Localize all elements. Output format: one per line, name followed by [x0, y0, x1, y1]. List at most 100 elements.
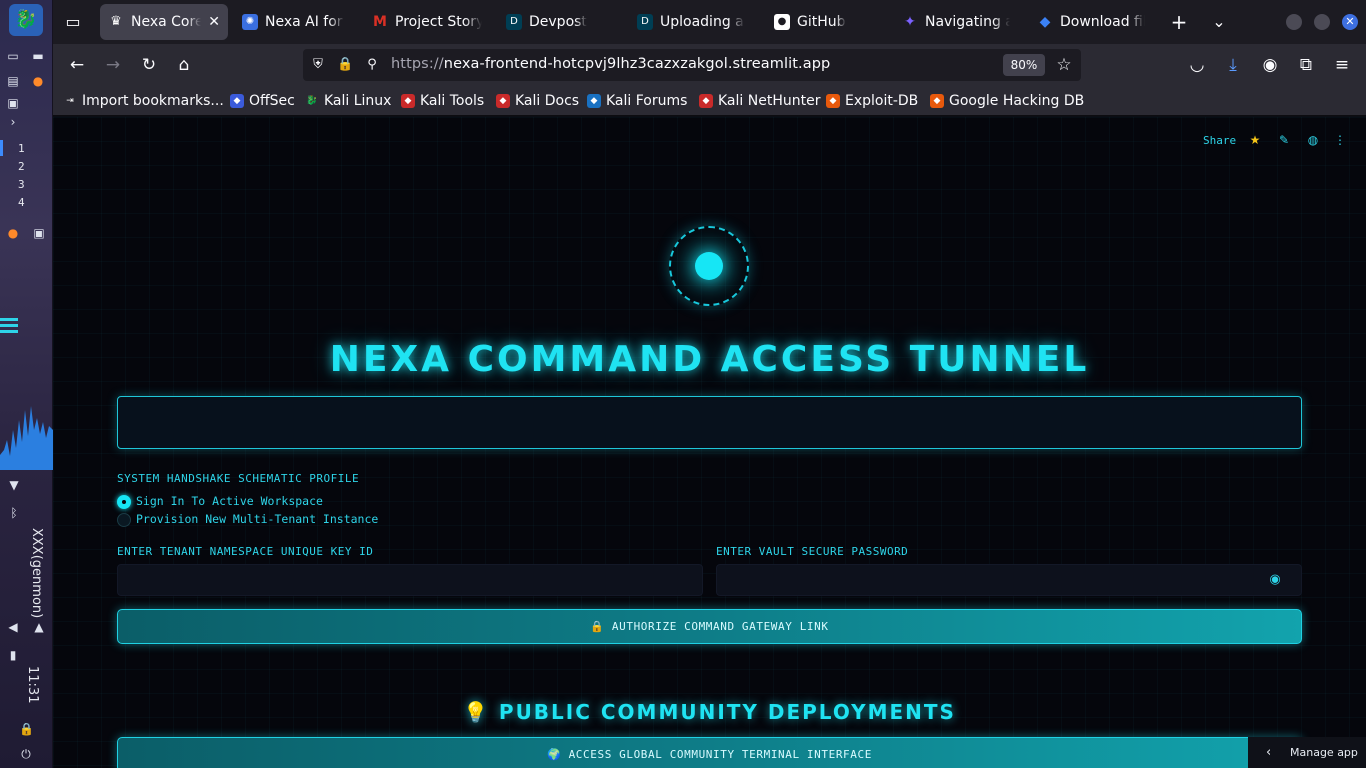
list-tabs-chevron-down-icon[interactable]: ⌄ [1207, 10, 1231, 34]
hamburger-menu-icon[interactable]: ≡ [1330, 53, 1354, 77]
bookmark-6[interactable]: ◆ Kali NetHunter [699, 91, 820, 111]
url-text[interactable]: https://nexa-frontend-hotcpvj9lhz3cazxza… [391, 56, 830, 72]
ghdb-icon: ◆ [930, 94, 944, 108]
manage-app-button[interactable]: ‹ Manage app [1248, 737, 1366, 768]
bookmark-label: OffSec [249, 93, 295, 109]
zoom-level-badge[interactable]: 80% [1003, 54, 1045, 76]
firefox-window-icon[interactable]: ● [6, 226, 20, 240]
tab-title: Project Story [395, 14, 482, 30]
password-label: ENTER VAULT SECURE PASSWORD [716, 545, 909, 558]
bookmark-3[interactable]: ◆ Kali Tools [401, 91, 484, 111]
show-password-eye-icon[interactable]: ◉ [1266, 573, 1284, 587]
edit-pencil-icon[interactable]: ✎ [1276, 132, 1292, 148]
lock-screen-icon[interactable]: 🔒 [19, 722, 34, 736]
community-terminal-button[interactable]: 🌍 ACCESS GLOBAL COMMUNITY TERMINAL INTER… [117, 737, 1302, 768]
tab-4[interactable]: D Uploading a document [629, 4, 753, 40]
navigation-bar: ← → ↻ ⌂ ⛨ 🔒 ⚲ https://nexa-frontend-hotc… [53, 44, 1366, 86]
kali-menu-icon[interactable]: 🐉 [9, 4, 43, 36]
kali-tools-icon: ◆ [401, 94, 415, 108]
radio-provision[interactable] [117, 513, 131, 527]
bookmark-5[interactable]: ◆ Kali Forums [587, 91, 687, 111]
account-icon[interactable]: ◉ [1258, 53, 1282, 77]
bookmark-8[interactable]: ◆ Google Hacking DB [930, 91, 1084, 111]
wifi-icon[interactable]: ▼ [7, 478, 21, 492]
terminal-icon[interactable]: ▣ [6, 96, 20, 110]
radio-provision-label[interactable]: Provision New Multi-Tenant Instance [136, 512, 378, 526]
close-tab-icon[interactable]: ✕ [208, 14, 220, 30]
power-icon[interactable]: ⏻ [19, 747, 33, 761]
devpost-icon: D [637, 14, 653, 30]
bookmark-label: Google Hacking DB [949, 93, 1085, 109]
forward-arrow-icon[interactable]: → [101, 53, 125, 77]
bookmark-2[interactable]: 🐉 Kali Linux [305, 91, 391, 111]
nethunter-icon: ◆ [699, 94, 713, 108]
tab-1[interactable]: ✺ Nexa AI for Real [234, 4, 353, 40]
gear-icon: ✺ [242, 14, 258, 30]
more-options-icon[interactable]: ⋮ [1332, 132, 1348, 148]
tab-0[interactable]: ♛ Nexa Core Command ✕ [100, 4, 228, 40]
pocket-icon[interactable]: ◡ [1185, 53, 1209, 77]
permissions-icon[interactable]: ⚲ [364, 57, 380, 73]
bookmark-7[interactable]: ◆ Exploit-DB [826, 91, 918, 111]
tab-title: Uploading a document [660, 14, 745, 30]
star-icon[interactable]: ★ [1247, 132, 1263, 148]
radio-sign-in[interactable] [117, 495, 131, 509]
downloads-icon[interactable]: ⤓ [1221, 53, 1245, 77]
github-icon[interactable]: ◍ [1305, 132, 1321, 148]
padlock-icon[interactable]: 🔒 [337, 57, 353, 73]
tab-title: Nexa Core Command [131, 14, 202, 30]
notification-bell-icon[interactable]: ▲ [32, 620, 46, 634]
tenant-id-input[interactable] [117, 564, 703, 596]
extensions-icon[interactable]: ⧉ [1294, 53, 1318, 77]
reload-icon[interactable]: ↻ [137, 53, 161, 77]
tab-bar: ▭ ♛ Nexa Core Command ✕ ✺ Nexa AI for Real MP… [53, 0, 1366, 44]
workspace-active-indicator [0, 140, 3, 156]
workspace-4[interactable]: 4 [18, 196, 25, 209]
folder-launcher-icon[interactable]: ▬ [31, 49, 45, 63]
new-tab-button[interactable]: + [1167, 10, 1191, 34]
clock[interactable]: 11:31 [12, 666, 40, 703]
maximize-button[interactable] [1314, 14, 1330, 30]
bookmark-1[interactable]: ◆ OffSec [230, 91, 295, 111]
workspace-1[interactable]: 1 [18, 142, 25, 155]
tab-6[interactable]: ✦ Navigating a Streamlit [894, 4, 1018, 40]
terminal-launcher-icon[interactable]: ▭ [6, 49, 20, 63]
workspace-2[interactable]: 2 [18, 160, 25, 173]
back-arrow-icon[interactable]: ← [65, 53, 89, 77]
bookmark-0[interactable]: ⇥ Import bookmarks... [63, 91, 224, 111]
tab-3[interactable]: D Devpost [498, 4, 620, 40]
bookmark-star-icon[interactable]: ☆ [1055, 55, 1073, 75]
bookmark-label: Kali Tools [420, 93, 485, 109]
authorize-gateway-button[interactable]: 🔒 AUTHORIZE COMMAND GATEWAY LINK [117, 609, 1302, 644]
system-panel: 🐉 ▭ ▬ ▤ ● ▣ › 1 2 3 4 ● ▣ ▼ ᛒ XXX(genmon… [0, 0, 53, 768]
chevron-right-icon[interactable]: › [6, 115, 20, 129]
command-display-box [117, 396, 1302, 449]
tab-7[interactable]: ◆ Download files [1029, 4, 1153, 40]
close-window-button[interactable]: ✕ [1342, 14, 1358, 30]
radio-sign-in-label[interactable]: Sign In To Active Workspace [136, 494, 323, 508]
bookmark-label: Kali Docs [515, 93, 580, 109]
share-button[interactable]: Share [1203, 132, 1236, 150]
kali-icon: 🐉 [305, 94, 319, 108]
chevron-left-icon: ‹ [1266, 745, 1272, 760]
url-bar[interactable]: ⛨ 🔒 ⚲ https://nexa-frontend-hotcpvj9lhz3… [303, 49, 1081, 81]
home-icon[interactable]: ⌂ [172, 53, 196, 77]
handshake-label: SYSTEM HANDSHAKE SCHEMATIC PROFILE [117, 472, 360, 485]
tab-5[interactable]: ● GitHub [766, 4, 862, 40]
firefox-launcher-icon[interactable]: ● [31, 74, 45, 88]
tracking-protection-icon[interactable]: ⛨ [310, 57, 326, 73]
bookmark-label: Import bookmarks... [82, 93, 224, 109]
bluetooth-icon[interactable]: ᛒ [7, 506, 21, 520]
bookmarks-toolbar: ⇥ Import bookmarks... ◆ OffSec 🐉 Kali Linux ◆ K… [53, 86, 1366, 116]
crown-icon: ♛ [110, 14, 122, 29]
volume-icon[interactable]: ◀ [6, 620, 20, 634]
devpost-icon: D [506, 14, 522, 30]
tab-2[interactable]: M Project Story [364, 4, 490, 40]
password-input[interactable] [716, 564, 1302, 596]
workspace-3[interactable]: 3 [18, 178, 25, 191]
text-editor-icon[interactable]: ▤ [6, 74, 20, 88]
terminal-window-icon[interactable]: ▣ [32, 226, 46, 240]
minimize-button[interactable] [1286, 14, 1302, 30]
bookmark-4[interactable]: ◆ Kali Docs [496, 91, 579, 111]
tab-overview-icon[interactable]: ▭ [61, 10, 85, 34]
